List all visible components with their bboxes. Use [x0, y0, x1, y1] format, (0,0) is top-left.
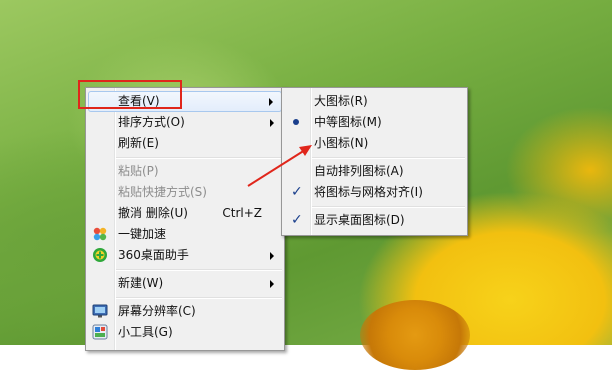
annotation-arrow-icon — [247, 145, 312, 187]
